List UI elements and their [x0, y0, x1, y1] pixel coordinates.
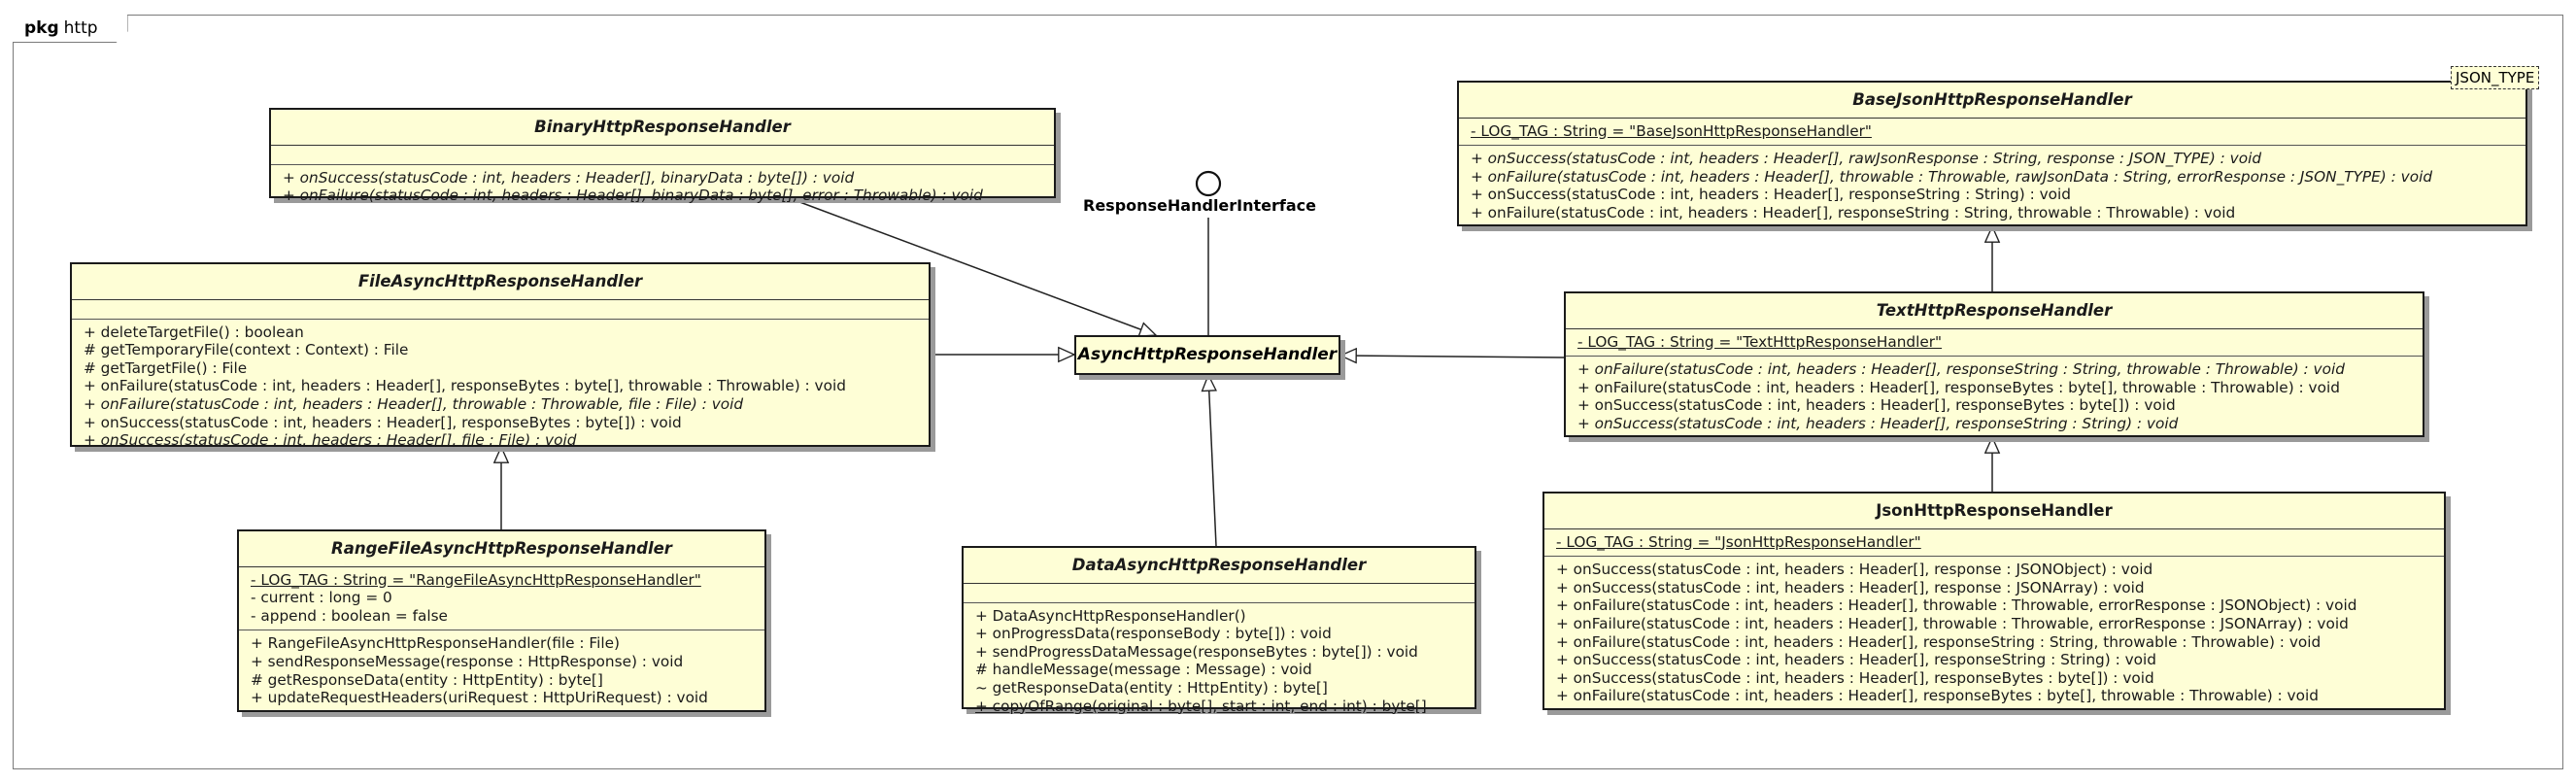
class-name: TextHttpResponseHandler: [1566, 293, 2423, 329]
attribute: - LOG_TAG : String = "BaseJsonHttpRespon…: [1471, 121, 1872, 140]
class-name: FileAsyncHttpResponseHandler: [72, 264, 929, 300]
method: + onSuccess(statusCode : int, headers : …: [1556, 651, 2156, 669]
class-binary-http-response-handler[interactable]: BinaryHttpResponseHandler + onSuccess(st…: [269, 108, 1056, 204]
method: + onFailure(statusCode : int, headers : …: [283, 187, 983, 205]
method: + onProgressData(responseBody : byte[]) …: [975, 625, 1332, 643]
methods-section: + onSuccess(statusCode : int, headers : …: [1459, 146, 2525, 226]
method: + onFailure(statusCode : int, headers : …: [1556, 614, 2349, 632]
class-name: DataAsyncHttpResponseHandler: [964, 548, 1474, 584]
methods-section: + DataAsyncHttpResponseHandler() + onPro…: [964, 603, 1474, 721]
attributes-section: [964, 584, 1474, 603]
methods-section: + onFailure(statusCode : int, headers : …: [1566, 357, 2423, 437]
method: + onSuccess(statusCode : int, headers : …: [1577, 396, 2176, 415]
method: + onFailure(statusCode : int, headers : …: [84, 394, 744, 413]
method: + onSuccess(statusCode : int, headers : …: [1556, 668, 2154, 687]
method: + onFailure(statusCode : int, headers : …: [1471, 203, 2236, 221]
method: + onFailure(statusCode : int, headers : …: [1577, 360, 2345, 379]
method: + onSuccess(statusCode : int, headers : …: [283, 168, 855, 187]
class-name: JsonHttpResponseHandler: [1544, 494, 2444, 529]
method: + onFailure(statusCode : int, headers : …: [84, 377, 846, 395]
method: + onFailure(statusCode : int, headers : …: [1556, 687, 2319, 705]
method: # getTargetFile() : File: [84, 358, 248, 377]
class-async-http-response-handler[interactable]: AsyncHttpResponseHandler: [1074, 335, 1340, 375]
method: + onFailure(statusCode : int, headers : …: [1556, 632, 2322, 651]
method: + onSuccess(statusCode : int, headers : …: [84, 431, 577, 450]
class-data-async-http-response-handler[interactable]: DataAsyncHttpResponseHandler + DataAsync…: [962, 546, 1476, 715]
method: + DataAsyncHttpResponseHandler(): [975, 606, 1246, 625]
attributes-section: - LOG_TAG : String = "RangeFileAsyncHttp…: [239, 567, 764, 631]
method: + onFailure(statusCode : int, headers : …: [1577, 378, 2340, 396]
methods-section: + onSuccess(statusCode : int, headers : …: [1544, 557, 2444, 710]
class-name: RangeFileAsyncHttpResponseHandler: [239, 531, 764, 567]
attributes-section: - LOG_TAG : String = "BaseJsonHttpRespon…: [1459, 119, 2525, 147]
method: + RangeFileAsyncHttpResponseHandler(file…: [251, 634, 620, 653]
class-name: BaseJsonHttpResponseHandler: [1459, 83, 2525, 119]
method: + sendResponseMessage(response : HttpRes…: [251, 652, 684, 670]
method: + onSuccess(statusCode : int, headers : …: [84, 413, 682, 431]
class-range-file-async-http-response-handler[interactable]: RangeFileAsyncHttpResponseHandler - LOG_…: [237, 529, 766, 712]
template-parameter-badge: JSON_TYPE: [2451, 66, 2540, 89]
interface-label: ResponseHandlerInterface: [1083, 196, 1316, 215]
class-name: BinaryHttpResponseHandler: [271, 110, 1054, 146]
attributes-section: - LOG_TAG : String = "TextHttpResponseHa…: [1566, 329, 2423, 357]
method: + sendProgressDataMessage(responseBytes …: [975, 642, 1418, 661]
class-base-json-http-response-handler[interactable]: BaseJsonHttpResponseHandler - LOG_TAG : …: [1457, 81, 2527, 226]
text-generalization-edge: [1340, 356, 1565, 357]
method: # handleMessage(message : Message) : voi…: [975, 661, 1312, 679]
method: + onSuccess(statusCode : int, headers : …: [1471, 186, 2071, 204]
class-json-http-response-handler[interactable]: JsonHttpResponseHandler - LOG_TAG : Stri…: [1542, 492, 2446, 710]
method: + updateRequestHeaders(uriRequest : Http…: [251, 689, 708, 707]
method: + onFailure(statusCode : int, headers : …: [1556, 596, 2357, 615]
class-file-async-http-response-handler[interactable]: FileAsyncHttpResponseHandler + deleteTar…: [70, 262, 931, 449]
method: + onSuccess(statusCode : int, headers : …: [1556, 578, 2145, 596]
data-generalization-edge: [1208, 375, 1216, 547]
method: # getResponseData(entity : HttpEntity) :…: [251, 670, 603, 689]
methods-section: + onSuccess(statusCode : int, headers : …: [271, 165, 1054, 210]
interface-circle: [1195, 170, 1222, 197]
method: ~ getResponseData(entity : HttpEntity) :…: [975, 678, 1328, 697]
attribute: - append : boolean = false: [251, 606, 448, 625]
attribute: - LOG_TAG : String = "RangeFileAsyncHttp…: [251, 570, 701, 589]
methods-section: + RangeFileAsyncHttpResponseHandler(file…: [239, 630, 764, 711]
method: + copyOfRange(original : byte[], start :…: [975, 697, 1427, 715]
methods-section: + deleteTargetFile() : boolean # getTemp…: [72, 320, 929, 455]
method: + onSuccess(statusCode : int, headers : …: [1471, 150, 2262, 168]
method: + onSuccess(statusCode : int, headers : …: [1556, 561, 2153, 579]
attribute: - LOG_TAG : String = "TextHttpResponseHa…: [1577, 332, 1943, 351]
method: + onFailure(statusCode : int, headers : …: [1471, 167, 2433, 186]
method: + deleteTargetFile() : boolean: [84, 323, 304, 341]
class-text-http-response-handler[interactable]: TextHttpResponseHandler - LOG_TAG : Stri…: [1564, 291, 2424, 437]
attributes-section: - LOG_TAG : String = "JsonHttpResponseHa…: [1544, 529, 2444, 558]
attributes-section: [72, 300, 929, 320]
attribute: - current : long = 0: [251, 589, 392, 607]
method: + onSuccess(statusCode : int, headers : …: [1577, 414, 2179, 432]
attribute: - LOG_TAG : String = "JsonHttpResponseHa…: [1556, 532, 1921, 551]
attributes-section: [271, 146, 1054, 165]
method: # getTemporaryFile(context : Context) : …: [84, 341, 409, 359]
